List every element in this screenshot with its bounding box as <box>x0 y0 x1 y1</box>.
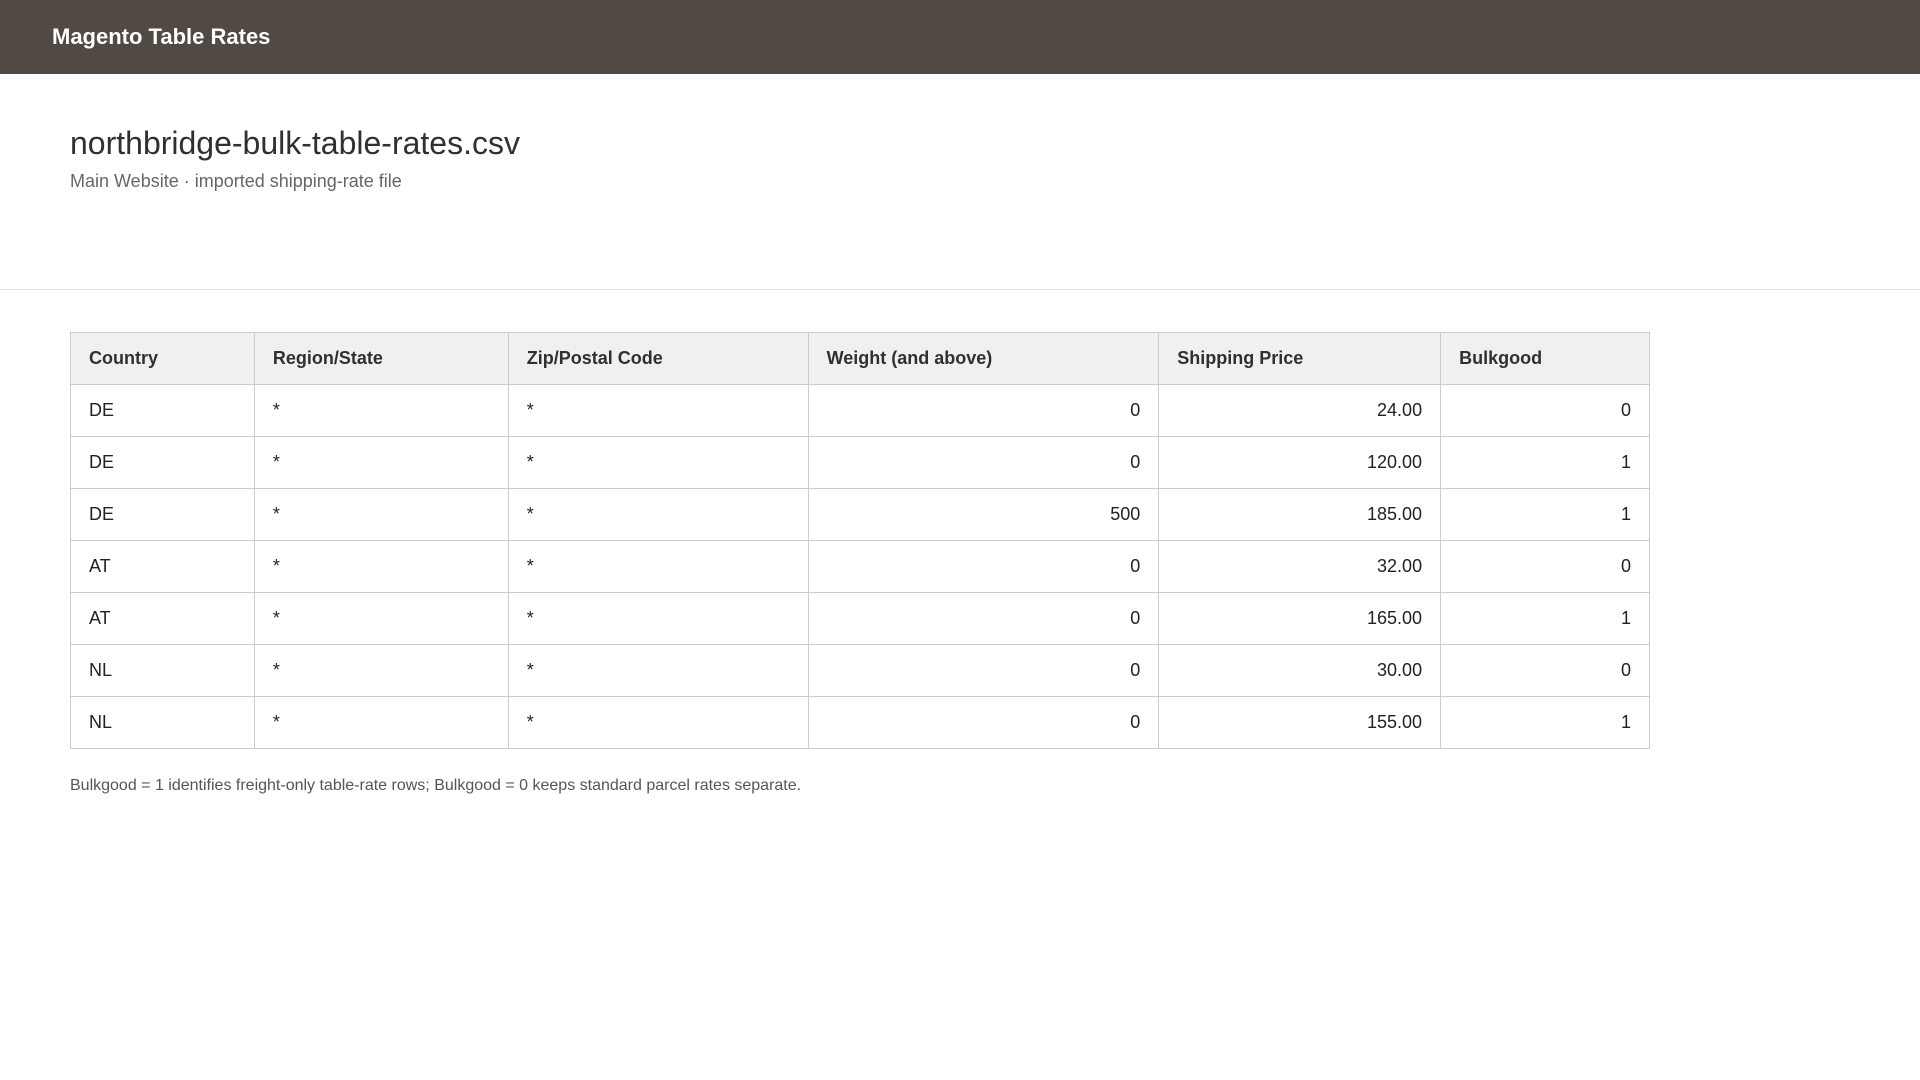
cell-zip: * <box>507 384 809 437</box>
table-row: DE * * 0 120.00 1 <box>70 436 1650 489</box>
column-header-country: Country <box>70 332 255 385</box>
column-header-zip: Zip/Postal Code <box>507 332 809 385</box>
cell-country: AT <box>70 592 255 645</box>
column-header-region: Region/State <box>253 332 509 385</box>
cell-region: * <box>253 436 509 489</box>
cell-weight: 0 <box>807 436 1160 489</box>
table-row: AT * * 0 32.00 0 <box>70 540 1650 593</box>
page-subtitle: Main Website · imported shipping-rate fi… <box>70 171 402 191</box>
table-row: DE * * 0 24.00 0 <box>70 384 1650 437</box>
cell-region: * <box>253 592 509 645</box>
table-row: DE * * 500 185.00 1 <box>70 488 1650 541</box>
cell-zip: * <box>507 436 809 489</box>
column-header-price: Shipping Price <box>1158 332 1442 385</box>
cell-zip: * <box>507 696 809 749</box>
cell-price: 32.00 <box>1158 540 1442 593</box>
table-row: NL * * 0 30.00 0 <box>70 644 1650 697</box>
table-header-row: Country Region/State Zip/Postal Code Wei… <box>70 332 1650 385</box>
cell-region: * <box>253 644 509 697</box>
cell-country: NL <box>70 696 255 749</box>
cell-weight: 500 <box>807 488 1160 541</box>
app-title: Magento Table Rates <box>52 24 271 49</box>
cell-bulkgood: 1 <box>1440 488 1650 541</box>
cell-price: 155.00 <box>1158 696 1442 749</box>
cell-country: AT <box>70 540 255 593</box>
cell-bulkgood: 0 <box>1440 644 1650 697</box>
cell-bulkgood: 0 <box>1440 540 1650 593</box>
cell-region: * <box>253 488 509 541</box>
cell-weight: 0 <box>807 384 1160 437</box>
cell-country: DE <box>70 384 255 437</box>
cell-price: 24.00 <box>1158 384 1442 437</box>
cell-country: DE <box>70 488 255 541</box>
cell-bulkgood: 0 <box>1440 384 1650 437</box>
bulkgood-note: Bulkgood = 1 identifies freight-only tab… <box>70 777 802 794</box>
cell-region: * <box>253 384 509 437</box>
cell-zip: * <box>507 488 809 541</box>
cell-country: NL <box>70 644 255 697</box>
table-rates-grid: Country Region/State Zip/Postal Code Wei… <box>70 332 1650 749</box>
cell-zip: * <box>507 540 809 593</box>
app-header: Magento Table Rates <box>0 0 1920 74</box>
cell-bulkgood: 1 <box>1440 592 1650 645</box>
cell-bulkgood: 1 <box>1440 696 1650 749</box>
cell-region: * <box>253 540 509 593</box>
table-row: AT * * 0 165.00 1 <box>70 592 1650 645</box>
cell-country: DE <box>70 436 255 489</box>
cell-weight: 0 <box>807 592 1160 645</box>
cell-region: * <box>253 696 509 749</box>
cell-price: 120.00 <box>1158 436 1442 489</box>
page-header: northbridge-bulk-table-rates.csv Main We… <box>0 74 1920 290</box>
main-content: Country Region/State Zip/Postal Code Wei… <box>0 290 1920 795</box>
column-header-weight: Weight (and above) <box>807 332 1160 385</box>
cell-bulkgood: 1 <box>1440 436 1650 489</box>
cell-price: 185.00 <box>1158 488 1442 541</box>
cell-price: 165.00 <box>1158 592 1442 645</box>
cell-zip: * <box>507 644 809 697</box>
page-title: northbridge-bulk-table-rates.csv <box>70 125 520 161</box>
cell-price: 30.00 <box>1158 644 1442 697</box>
column-header-bulkgood: Bulkgood <box>1440 332 1650 385</box>
cell-weight: 0 <box>807 644 1160 697</box>
cell-zip: * <box>507 592 809 645</box>
table-row: NL * * 0 155.00 1 <box>70 696 1650 749</box>
cell-weight: 0 <box>807 540 1160 593</box>
cell-weight: 0 <box>807 696 1160 749</box>
